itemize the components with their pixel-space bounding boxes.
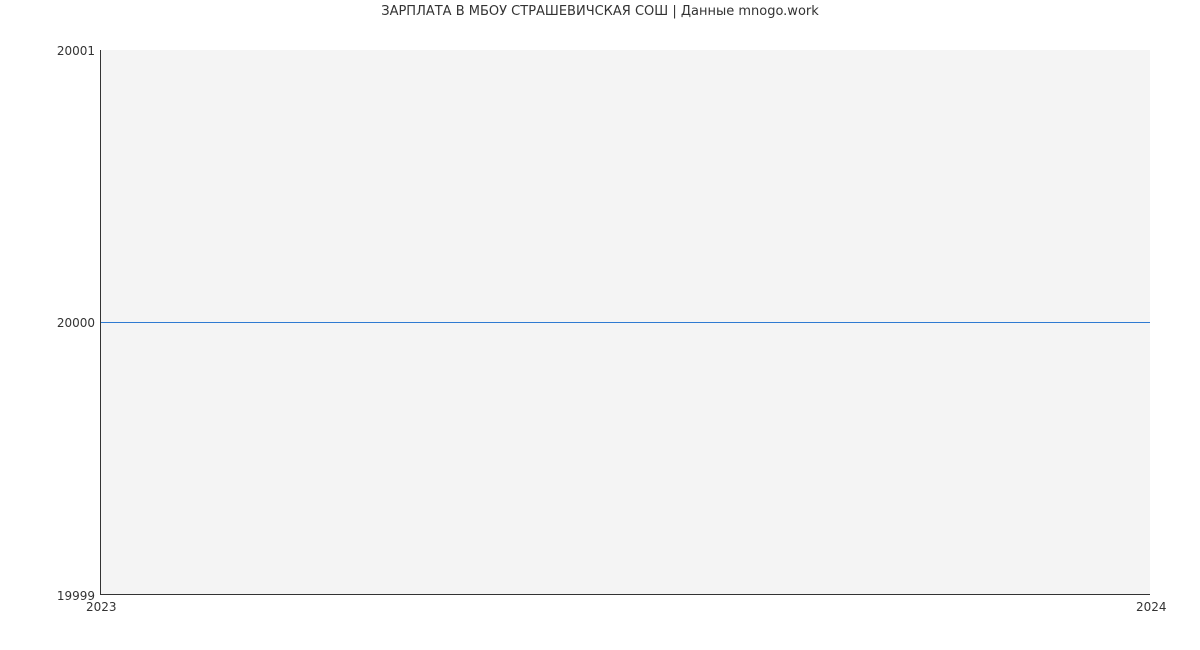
- chart-title: ЗАРПЛАТА В МБОУ СТРАШЕВИЧСКАЯ СОШ | Данн…: [0, 4, 1200, 19]
- chart-container: ЗАРПЛАТА В МБОУ СТРАШЕВИЧСКАЯ СОШ | Данн…: [0, 0, 1200, 650]
- x-tick-1: 2024: [1136, 600, 1167, 614]
- y-tick-1: 20000: [57, 316, 95, 330]
- x-tick-0: 2023: [86, 600, 117, 614]
- series-line: [101, 322, 1150, 323]
- plot-area: [100, 50, 1150, 595]
- y-tick-2: 20001: [57, 44, 95, 58]
